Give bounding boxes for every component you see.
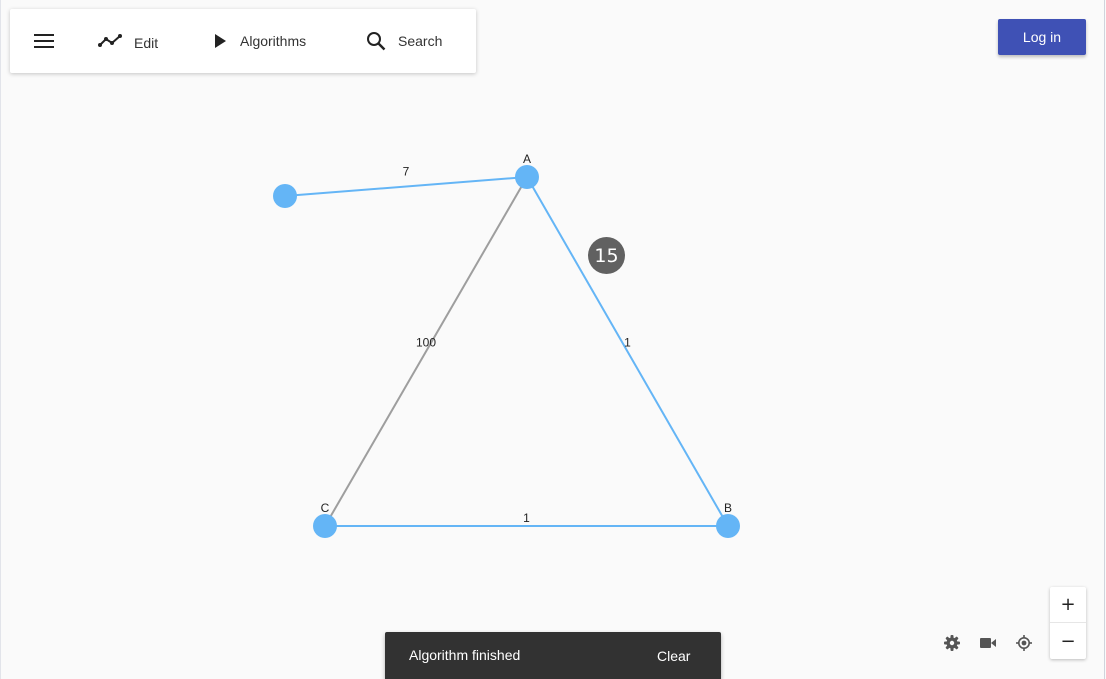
zoom-in-button[interactable]: + (1050, 587, 1086, 623)
step-counter-badge: 15 (588, 237, 625, 274)
edge-weight-label: 1 (624, 336, 631, 350)
locate-button[interactable] (1013, 632, 1035, 654)
clear-button[interactable]: Clear (647, 640, 700, 672)
edge-A-C[interactable] (324, 176, 528, 527)
graph-node-d[interactable] (273, 184, 297, 208)
edge-weight-label: 1 (523, 511, 530, 525)
edge-weight-label: 100 (416, 336, 436, 350)
graph-canvas[interactable]: 7 100 1 1 A B C (0, 0, 1106, 679)
zoom-out-button[interactable]: − (1050, 623, 1086, 659)
graph-node-c[interactable] (313, 514, 337, 538)
edge-A-B[interactable] (526, 176, 729, 527)
snackbar-message: Algorithm finished (409, 647, 521, 663)
edge-weight-label: 7 (403, 165, 410, 179)
zoom-controls: + − (1050, 587, 1086, 659)
camera-button[interactable] (977, 632, 999, 654)
settings-button[interactable] (941, 632, 963, 654)
graph-node-a[interactable] (515, 165, 539, 189)
edge-D-A[interactable] (284, 176, 528, 197)
videocam-icon (980, 637, 996, 649)
node-label: A (523, 152, 531, 166)
node-label: C (321, 501, 330, 515)
locate-icon (1016, 635, 1032, 651)
node-label: B (724, 501, 732, 515)
gear-icon (944, 635, 960, 651)
snackbar: Algorithm finished Clear (385, 632, 721, 679)
graph-node-b[interactable] (716, 514, 740, 538)
